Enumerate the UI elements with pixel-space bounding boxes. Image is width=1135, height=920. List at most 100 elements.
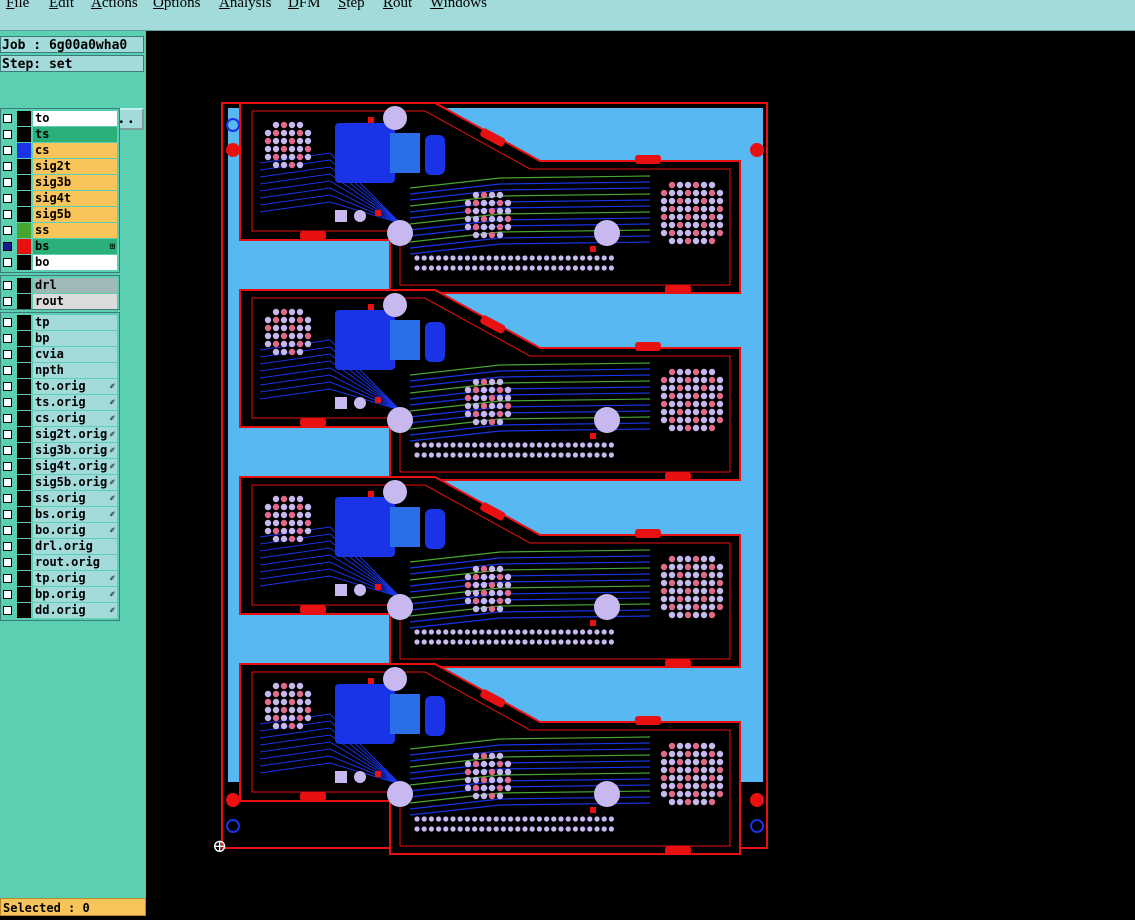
layer-checkbox[interactable] [3,446,12,455]
layer-name[interactable]: sig4t.orig ✐ [33,459,117,474]
layer-checkbox[interactable] [3,114,12,123]
menu-analysis[interactable]: Analysis [219,0,272,12]
layer-row-bo[interactable]: bo [1,255,119,271]
layer-checkbox[interactable] [3,178,12,187]
layer-color-swatch[interactable] [17,603,31,618]
layer-color-swatch[interactable] [17,223,31,238]
layer-color-swatch[interactable] [17,587,31,602]
layer-color-swatch[interactable] [17,143,31,158]
layer-row-dd-orig[interactable]: dd.orig ✐ [1,603,119,619]
menu-windows[interactable]: Windows [430,0,487,12]
layer-color-swatch[interactable] [17,571,31,586]
layer-name[interactable]: sig4t [33,191,117,206]
layer-checkbox[interactable] [3,210,12,219]
layer-row-bo-orig[interactable]: bo.orig ✐ [1,523,119,539]
layer-color-swatch[interactable] [17,395,31,410]
layer-row-cvia[interactable]: cvia [1,347,119,363]
layer-name[interactable]: drl.orig [33,539,117,554]
layer-checkbox[interactable] [3,146,12,155]
layer-checkbox[interactable] [3,478,12,487]
layer-color-swatch[interactable] [17,191,31,206]
layer-name[interactable]: tp [33,315,117,330]
layer-color-swatch[interactable] [17,278,31,293]
menu-dfm[interactable]: DFM [288,0,321,12]
layer-checkbox[interactable] [3,414,12,423]
layer-checkbox[interactable] [3,162,12,171]
layer-name[interactable]: ss [33,223,117,238]
layer-row-npth[interactable]: npth [1,363,119,379]
layer-name[interactable]: cvia [33,347,117,362]
layer-name[interactable]: ts.orig ✐ [33,395,117,410]
layer-name[interactable]: sig3b.orig ✐ [33,443,117,458]
layer-row-sig3b[interactable]: sig3b [1,175,119,191]
layer-name[interactable]: dd.orig ✐ [33,603,117,618]
layer-name[interactable]: bp [33,331,117,346]
layer-checkbox[interactable] [3,297,12,306]
layer-row-sig5b-orig[interactable]: sig5b.orig ✐ [1,475,119,491]
layer-name[interactable]: bs ⊞ [33,239,117,254]
layer-checkbox[interactable] [3,130,12,139]
layer-checkbox[interactable] [3,558,12,567]
layer-color-swatch[interactable] [17,239,31,254]
layer-checkbox[interactable] [3,542,12,551]
layer-row-sig4t-orig[interactable]: sig4t.orig ✐ [1,459,119,475]
layer-color-swatch[interactable] [17,427,31,442]
layer-name[interactable]: rout.orig [33,555,117,570]
layer-name[interactable]: sig2t [33,159,117,174]
layer-checkbox[interactable] [3,398,12,407]
layer-color-swatch[interactable] [17,315,31,330]
layer-row-ss[interactable]: ss [1,223,119,239]
menu-actions[interactable]: Actions [91,0,138,12]
layer-row-rout-orig[interactable]: rout.orig [1,555,119,571]
layer-name[interactable]: drl [33,278,117,293]
layer-checkbox[interactable] [3,194,12,203]
layer-name[interactable]: sig5b.orig ✐ [33,475,117,490]
layer-checkbox[interactable] [3,366,12,375]
layer-checkbox[interactable] [3,590,12,599]
menu-options[interactable]: Options [153,0,201,12]
layer-color-swatch[interactable] [17,539,31,554]
layer-name[interactable]: bo.orig ✐ [33,523,117,538]
layer-checkbox[interactable] [3,350,12,359]
layer-row-ss-orig[interactable]: ss.orig ✐ [1,491,119,507]
layer-checkbox[interactable] [3,226,12,235]
menu-rout[interactable]: Rout [383,0,412,12]
layer-checkbox[interactable] [3,382,12,391]
layer-row-sig2t-orig[interactable]: sig2t.orig ✐ [1,427,119,443]
layer-checkbox[interactable] [3,574,12,583]
layer-row-tp-orig[interactable]: tp.orig ✐ [1,571,119,587]
layer-row-sig2t[interactable]: sig2t [1,159,119,175]
layer-color-swatch[interactable] [17,411,31,426]
layer-checkbox[interactable] [3,242,12,251]
layer-row-to[interactable]: to [1,111,119,127]
layer-name[interactable]: sig2t.orig ✐ [33,427,117,442]
layer-checkbox[interactable] [3,462,12,471]
layer-color-swatch[interactable] [17,111,31,126]
layer-row-sig5b[interactable]: sig5b [1,207,119,223]
layer-color-swatch[interactable] [17,555,31,570]
layer-name[interactable]: sig5b [33,207,117,222]
graphic-canvas[interactable] [146,31,1135,916]
layer-color-swatch[interactable] [17,175,31,190]
layer-row-bp[interactable]: bp [1,331,119,347]
layer-name[interactable]: to [33,111,117,126]
layer-name[interactable]: cs [33,143,117,158]
layer-name[interactable]: to.orig ✐ [33,379,117,394]
menu-edit[interactable]: Edit [49,0,74,12]
layer-name[interactable]: npth [33,363,117,378]
layer-row-cs[interactable]: cs [1,143,119,159]
layer-checkbox[interactable] [3,258,12,267]
layer-name[interactable]: sig3b [33,175,117,190]
layer-name[interactable]: bp.orig ✐ [33,587,117,602]
layer-color-swatch[interactable] [17,331,31,346]
layer-checkbox[interactable] [3,334,12,343]
layer-color-swatch[interactable] [17,255,31,270]
layer-row-drl[interactable]: drl [1,278,119,294]
layer-checkbox[interactable] [3,510,12,519]
layer-color-swatch[interactable] [17,379,31,394]
layer-color-swatch[interactable] [17,294,31,309]
layer-checkbox[interactable] [3,526,12,535]
layer-row-sig3b-orig[interactable]: sig3b.orig ✐ [1,443,119,459]
layer-row-drl-orig[interactable]: drl.orig [1,539,119,555]
layer-row-rout[interactable]: rout [1,294,119,310]
